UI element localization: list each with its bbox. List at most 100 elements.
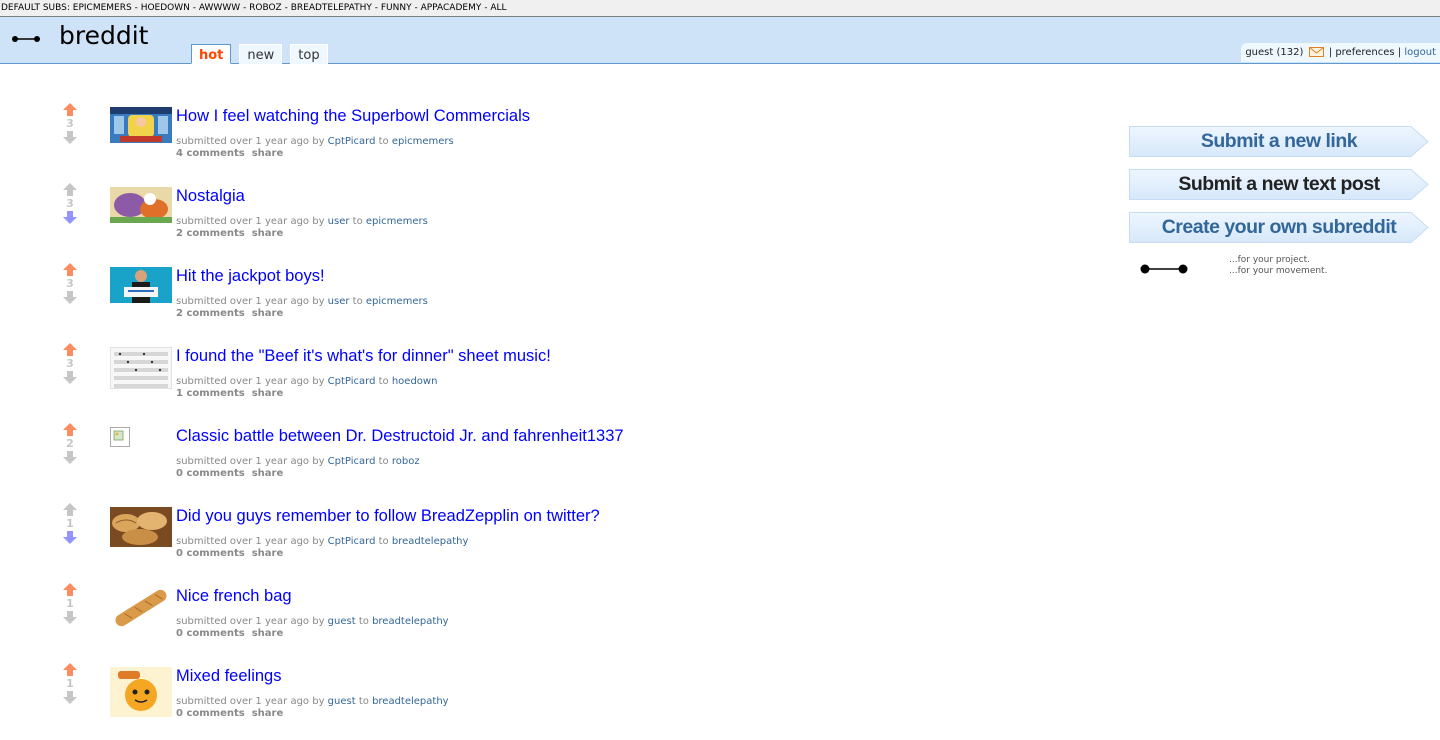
downvote-arrow-icon[interactable] — [62, 609, 78, 625]
author-link[interactable]: guest — [328, 696, 356, 707]
subreddit-link[interactable]: breadtelepathy — [372, 616, 449, 627]
post-item: 1 Mixed feelings submitted over 1 year ago… — [0, 660, 1100, 740]
tab-hot[interactable]: hot — [191, 44, 232, 64]
subreddit-link[interactable]: roboz — [392, 456, 420, 467]
vote-column: 1 — [58, 582, 82, 625]
post-thumbnail[interactable] — [110, 507, 172, 547]
subreddit-link[interactable]: epicmemers — [366, 296, 428, 307]
to-text: to — [378, 536, 389, 547]
subreddit-link[interactable]: epicmemers — [366, 216, 428, 227]
default-subreddits-bar: DEFAULT SUBS: epicmemers - hoedown - aww… — [0, 0, 1440, 17]
subreddit-link[interactable]: epicmemers — [392, 136, 454, 147]
author-link[interactable]: CptPicard — [328, 536, 376, 547]
sr-link-all[interactable]: all — [490, 3, 506, 13]
submit-link-button[interactable]: Submit a new link — [1129, 126, 1429, 157]
author-link[interactable]: user — [328, 296, 350, 307]
author-link[interactable]: CptPicard — [328, 376, 376, 387]
post-title-link[interactable]: Mixed feelings — [176, 665, 1076, 687]
submit-text-button[interactable]: Submit a new text post — [1129, 169, 1429, 200]
tab-new[interactable]: new — [239, 44, 283, 64]
comments-link[interactable]: 0 comments — [176, 468, 245, 479]
downvote-arrow-icon[interactable] — [62, 689, 78, 705]
share-link[interactable]: share — [252, 148, 284, 159]
post-title-link[interactable]: Nostalgia — [176, 185, 1076, 207]
upvote-arrow-icon[interactable] — [62, 262, 78, 278]
post-thumbnail[interactable] — [110, 427, 172, 463]
post-title-link[interactable]: I found the "Beef it's what's for dinner… — [176, 345, 1076, 367]
upvote-arrow-icon[interactable] — [62, 342, 78, 358]
comments-link[interactable]: 1 comments — [176, 388, 245, 399]
post-title-link[interactable]: Classic battle between Dr. Destructoid J… — [176, 425, 1076, 447]
share-link[interactable]: share — [252, 628, 284, 639]
comments-link[interactable]: 2 comments — [176, 228, 245, 239]
post-buttons: 0 comments share — [176, 468, 1076, 480]
share-link[interactable]: share — [252, 308, 284, 319]
post-buttons: 2 comments share — [176, 228, 1076, 240]
comments-link[interactable]: 0 comments — [176, 548, 245, 559]
post-thumbnail[interactable] — [110, 187, 172, 223]
to-text: to — [358, 616, 369, 627]
subreddit-link[interactable]: hoedown — [392, 376, 438, 387]
preferences-link[interactable]: preferences — [1335, 47, 1394, 58]
subreddit-link[interactable]: breadtelepathy — [372, 696, 449, 707]
upvote-arrow-icon[interactable] — [62, 662, 78, 678]
downvote-arrow-icon[interactable] — [62, 529, 78, 545]
sort-tabs: hot new top — [191, 44, 328, 64]
logout-link[interactable]: logout — [1404, 47, 1436, 58]
post-tagline: submitted over 1 year ago by CptPicard t… — [176, 536, 1076, 548]
sr-separator: - — [189, 3, 199, 13]
post-thumbnail[interactable] — [110, 347, 172, 403]
downvote-arrow-icon[interactable] — [62, 449, 78, 465]
downvote-arrow-icon[interactable] — [62, 209, 78, 225]
downvote-arrow-icon[interactable] — [62, 129, 78, 145]
tab-top[interactable]: top — [290, 44, 328, 64]
post-item: 1 Nice french bag submitted over 1 year ag… — [0, 580, 1100, 660]
comments-link[interactable]: 0 comments — [176, 708, 245, 719]
post-tagline: submitted over 1 year ago by guest to br… — [176, 696, 1076, 708]
submitted-text: submitted over 1 year ago by — [176, 536, 325, 547]
downvote-arrow-icon[interactable] — [62, 369, 78, 385]
post-title-link[interactable]: Did you guys remember to follow BreadZep… — [176, 505, 1076, 527]
post-title-link[interactable]: How I feel watching the Superbowl Commer… — [176, 105, 1076, 127]
share-link[interactable]: share — [252, 468, 284, 479]
sr-link-epicmemers[interactable]: epicmemers — [73, 3, 132, 13]
upvote-arrow-icon[interactable] — [62, 102, 78, 118]
comments-link[interactable]: 0 comments — [176, 628, 245, 639]
sr-link-appacademy[interactable]: appacademy — [421, 3, 482, 13]
create-subreddit-button[interactable]: Create your own subreddit — [1129, 212, 1429, 243]
share-link[interactable]: share — [252, 708, 284, 719]
upvote-arrow-icon[interactable] — [62, 582, 78, 598]
share-link[interactable]: share — [252, 388, 284, 399]
comments-link[interactable]: 2 comments — [176, 308, 245, 319]
downvote-arrow-icon[interactable] — [62, 289, 78, 305]
logo-icon[interactable] — [11, 33, 41, 45]
sr-link-hoedown[interactable]: hoedown — [141, 3, 190, 13]
post-thumbnail[interactable] — [110, 267, 172, 303]
upvote-arrow-icon[interactable] — [62, 182, 78, 198]
sr-link-funny[interactable]: funny — [381, 3, 412, 13]
post-entry: Mixed feelings submitted over 1 year ago … — [176, 665, 1076, 720]
subreddit-link[interactable]: breadtelepathy — [392, 536, 469, 547]
post-entry: Classic battle between Dr. Destructoid J… — [176, 425, 1076, 480]
upvote-arrow-icon[interactable] — [62, 422, 78, 438]
upvote-arrow-icon[interactable] — [62, 502, 78, 518]
author-link[interactable]: CptPicard — [328, 456, 376, 467]
post-thumbnail[interactable] — [110, 667, 172, 717]
username-link[interactable]: guest — [1245, 47, 1273, 58]
share-link[interactable]: share — [252, 228, 284, 239]
post-title-link[interactable]: Hit the jackpot boys! — [176, 265, 1076, 287]
mail-icon[interactable] — [1308, 47, 1324, 57]
sr-link-breadtelepathy[interactable]: breadtelepathy — [291, 3, 372, 13]
comments-link[interactable]: 4 comments — [176, 148, 245, 159]
author-link[interactable]: guest — [328, 616, 356, 627]
post-thumbnail[interactable] — [110, 107, 172, 143]
site-name[interactable]: breddit — [59, 21, 148, 50]
post-tagline: submitted over 1 year ago by user to epi… — [176, 216, 1076, 228]
author-link[interactable]: CptPicard — [328, 136, 376, 147]
author-link[interactable]: user — [328, 216, 350, 227]
sr-link-roboz[interactable]: roboz — [249, 3, 282, 13]
post-title-link[interactable]: Nice french bag — [176, 585, 1076, 607]
share-link[interactable]: share — [252, 548, 284, 559]
sr-link-awwww[interactable]: awwww — [199, 3, 240, 13]
post-thumbnail[interactable] — [110, 587, 172, 629]
